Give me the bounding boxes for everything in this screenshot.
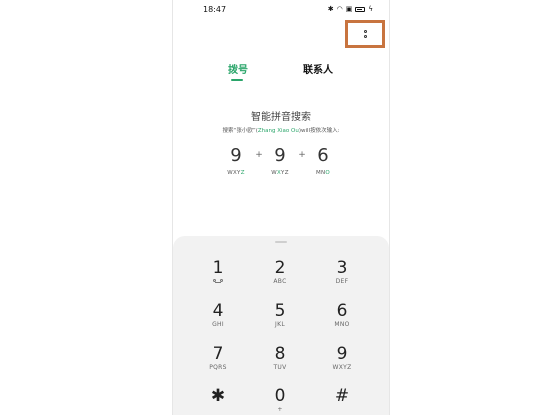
- letters-plain: YZ: [281, 170, 289, 176]
- active-tab-indicator: [231, 79, 243, 81]
- key-9[interactable]: 9 WXYZ: [317, 342, 367, 382]
- key-1[interactable]: 1: [193, 256, 243, 296]
- status-time: 18:47: [203, 5, 227, 14]
- smart-search-description: 搜索“张小欧”(Zhang Xiao Ou)will按依次输入:: [173, 126, 389, 134]
- letters-plain: WXY: [227, 170, 241, 176]
- hint-desc-suffix: )will按依次输入:: [298, 128, 340, 134]
- key-star[interactable]: ✱: [193, 384, 243, 415]
- more-options-icon: [363, 30, 367, 38]
- letters-highlight: O: [325, 170, 331, 176]
- key-digit: 0: [274, 386, 286, 406]
- charging-icon: ϟ: [368, 5, 373, 13]
- key-digit: 7: [212, 344, 224, 364]
- example-digit: 6: [317, 145, 329, 166]
- example-plus: +: [255, 150, 263, 160]
- tab-bar: 拨号 联系人: [173, 56, 389, 86]
- key-7[interactable]: 7 PQRS: [193, 342, 243, 382]
- hint-pinyin: Zhang Xiao Ou: [257, 128, 299, 134]
- key-letters: DEF: [335, 278, 349, 285]
- key-5[interactable]: 5 JKL: [255, 299, 305, 339]
- dialer-screen: 18:47 ✱ ◠ ▣ ϟ 拨号 联系人 智能拼音搜索 搜索“张小欧”(Zhan…: [172, 0, 390, 415]
- key-digit: 8: [274, 344, 286, 364]
- battery-icon: [355, 6, 366, 12]
- sim-icon: ▣: [345, 5, 353, 13]
- key-digit: 3: [336, 258, 348, 278]
- bluetooth-icon: ✱: [327, 5, 334, 13]
- key-letters: MNO: [334, 321, 350, 328]
- more-options-button[interactable]: [345, 20, 385, 48]
- example-digit: 9: [274, 145, 286, 166]
- key-letters: WXYZ: [332, 364, 352, 371]
- key-digit: ✱: [210, 386, 226, 406]
- tab-dial[interactable]: 拨号: [228, 61, 248, 76]
- key-digit: 2: [274, 258, 286, 278]
- key-digit: 6: [336, 301, 348, 321]
- example-digit: 9: [230, 145, 242, 166]
- voicemail-icon: [193, 278, 243, 286]
- key-letters: GHI: [212, 321, 224, 328]
- example-letters: WXYZ: [221, 170, 251, 176]
- example-letters: MNO: [308, 170, 338, 176]
- key-4[interactable]: 4 GHI: [193, 299, 243, 339]
- wifi-icon: ◠: [336, 5, 343, 13]
- status-icons: ✱ ◠ ▣ ϟ: [328, 5, 373, 13]
- key-letters: PQRS: [209, 364, 227, 371]
- key-letters: +: [277, 406, 283, 413]
- letters-plain: MN: [315, 170, 326, 176]
- key-3[interactable]: 3 DEF: [317, 256, 367, 296]
- example-plus: +: [298, 150, 306, 160]
- key-digit: 9: [336, 344, 348, 364]
- key-0[interactable]: 0 +: [255, 384, 305, 415]
- key-digit: 5: [274, 301, 286, 321]
- letters-highlight: Z: [240, 170, 245, 176]
- dial-keypad: 1 2 ABC 3 DEF 4 GHI 5 JKL 6 MNO 7 PQRS 8: [173, 236, 389, 415]
- keypad-drag-handle[interactable]: [275, 241, 287, 243]
- key-hash[interactable]: #: [317, 384, 367, 415]
- key-letters: TUV: [273, 364, 287, 371]
- key-2[interactable]: 2 ABC: [255, 256, 305, 296]
- key-8[interactable]: 8 TUV: [255, 342, 305, 382]
- key-digit: 1: [212, 258, 224, 278]
- status-bar: 18:47 ✱ ◠ ▣ ϟ: [173, 0, 389, 20]
- tab-contacts[interactable]: 联系人: [303, 61, 333, 76]
- key-6[interactable]: 6 MNO: [317, 299, 367, 339]
- key-letters: ABC: [273, 278, 287, 285]
- hint-desc-prefix: 搜索“张小欧”(: [222, 128, 258, 134]
- smart-search-title: 智能拼音搜索: [251, 112, 311, 123]
- key-letters: JKL: [275, 321, 285, 328]
- example-letters: WXYZ: [265, 170, 295, 176]
- key-digit: #: [334, 386, 350, 406]
- key-digit: 4: [212, 301, 224, 321]
